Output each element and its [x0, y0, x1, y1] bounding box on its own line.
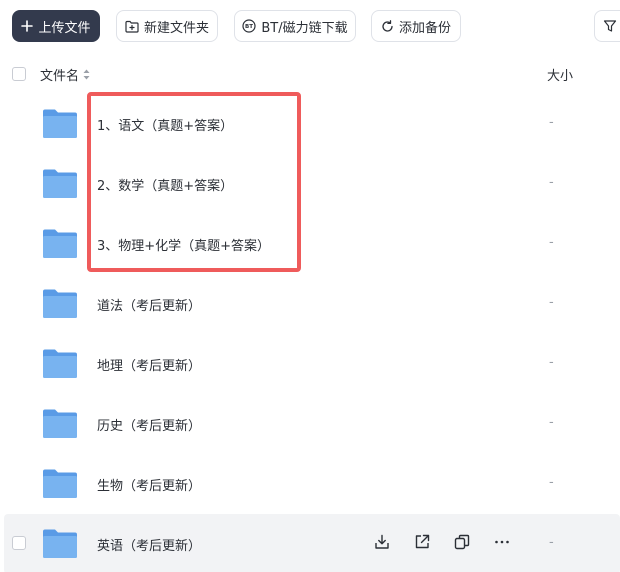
share-button[interactable]	[412, 532, 432, 552]
file-list: 1、语文（真题+答案） - 2、数学（真题+答案） - 3、物理+化学（真题+答…	[0, 94, 620, 572]
file-name[interactable]: 3、物理+化学（真题+答案）	[97, 235, 270, 254]
folder-icon	[43, 109, 77, 138]
file-row[interactable]: 生物（考后更新） -	[0, 454, 620, 514]
name-column-label: 文件名	[40, 69, 80, 84]
file-size: -	[549, 295, 554, 310]
file-name[interactable]: 1、语文（真题+答案）	[97, 115, 233, 134]
download-button[interactable]	[372, 532, 392, 552]
file-row-hovered[interactable]: 英语（考后更新） -	[4, 514, 620, 572]
folder-icon	[43, 409, 77, 438]
upload-button[interactable]: 上传文件	[12, 10, 100, 42]
folder-icon	[43, 169, 77, 198]
file-row[interactable]: 历史（考后更新） -	[0, 394, 620, 454]
bt-icon: BT	[242, 19, 256, 33]
refresh-icon	[382, 19, 393, 32]
file-size: -	[549, 115, 554, 130]
share-icon	[415, 534, 430, 549]
row-checkbox[interactable]	[12, 536, 26, 550]
file-size: -	[549, 235, 554, 250]
bt-magnet-download-button[interactable]: BT BT/磁力链下载	[234, 10, 356, 42]
toolbar: 上传文件 新建文件夹 BT BT/磁力链下载 添加备份	[0, 0, 620, 54]
size-column-header[interactable]: 大小	[547, 65, 573, 84]
plus-icon	[21, 20, 34, 32]
add-backup-button[interactable]: 添加备份	[371, 10, 461, 42]
name-column-header[interactable]: 文件名	[40, 65, 90, 84]
new-folder-button[interactable]: 新建文件夹	[116, 10, 218, 42]
file-name[interactable]: 道法（考后更新）	[97, 295, 201, 314]
svg-text:BT: BT	[245, 24, 253, 30]
file-name[interactable]: 地理（考后更新）	[97, 355, 201, 374]
copy-icon	[454, 534, 470, 550]
file-size: -	[549, 415, 554, 430]
folder-icon	[43, 229, 77, 258]
add-backup-label: 添加备份	[398, 20, 451, 36]
select-all-checkbox[interactable]	[12, 67, 26, 81]
file-list-header: 文件名 大小	[0, 56, 620, 92]
folder-icon	[43, 469, 77, 498]
folder-icon	[43, 529, 77, 558]
file-size: -	[549, 175, 554, 190]
more-icon	[495, 540, 509, 544]
file-name[interactable]: 生物（考后更新）	[97, 475, 201, 494]
row-actions	[372, 532, 512, 552]
file-name[interactable]: 2、数学（真题+答案）	[97, 175, 233, 194]
file-name[interactable]: 历史（考后更新）	[97, 415, 201, 434]
file-row[interactable]: 地理（考后更新） -	[0, 334, 620, 394]
new-folder-icon	[125, 20, 139, 33]
file-row[interactable]: 2、数学（真题+答案） -	[0, 154, 620, 214]
file-size: -	[549, 535, 554, 550]
file-size: -	[549, 475, 554, 490]
file-row[interactable]: 道法（考后更新） -	[0, 274, 620, 334]
folder-icon	[43, 349, 77, 378]
download-icon	[375, 534, 389, 549]
folder-icon	[43, 289, 77, 318]
filter-icon	[603, 20, 617, 32]
file-row[interactable]: 3、物理+化学（真题+答案） -	[0, 214, 620, 274]
filter-button[interactable]	[594, 10, 620, 42]
new-folder-label: 新建文件夹	[143, 20, 209, 36]
bt-magnet-download-label: BT/磁力链下载	[261, 20, 348, 36]
file-size: -	[549, 355, 554, 370]
more-button[interactable]	[492, 532, 512, 552]
upload-button-label: 上传文件	[38, 20, 91, 36]
copy-button[interactable]	[452, 532, 472, 552]
file-row[interactable]: 1、语文（真题+答案） -	[0, 94, 620, 154]
sort-icon[interactable]	[83, 69, 90, 80]
file-name[interactable]: 英语（考后更新）	[97, 535, 201, 554]
